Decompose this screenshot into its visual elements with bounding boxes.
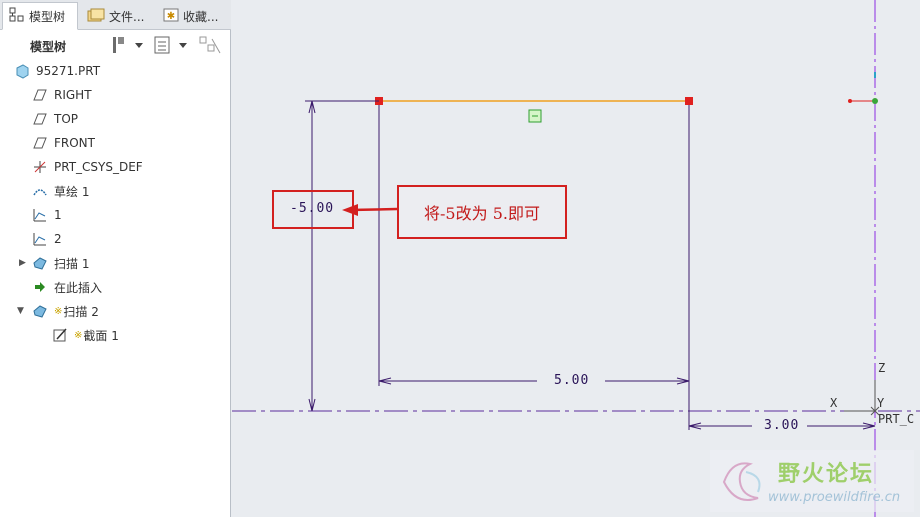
datum-curve-icon <box>32 231 48 247</box>
part-icon <box>14 63 30 79</box>
favorites-icon: ✱ <box>163 7 179 26</box>
tree-item-label: 2 <box>54 232 62 246</box>
tree-item-label: TOP <box>54 112 79 126</box>
axis-z-label: Z <box>878 361 887 375</box>
settings-tool-icon[interactable] <box>110 35 144 55</box>
axis-y-label: Y <box>877 396 886 410</box>
start-point-marker[interactable] <box>872 98 878 104</box>
horizontal-dimension-value[interactable]: 5.00 <box>554 373 589 388</box>
tree-item-label: 截面 1 <box>83 328 119 343</box>
datum-plane-icon <box>32 135 48 151</box>
axis-x-label: X <box>830 396 839 410</box>
navigator-tab-bar: 模型树 文件... ✱ 收藏... <box>0 0 231 30</box>
tree-item-label: FRONT <box>54 136 95 150</box>
watermark: 野火论坛 www.proewildfire.cn <box>710 450 914 512</box>
tab-favorites[interactable]: ✱ 收藏... <box>156 2 230 30</box>
expand-arrow-icon[interactable]: ▶ <box>19 258 29 268</box>
active-feature-marker: ※ <box>74 329 83 341</box>
callout-text: 将-5改为 5.即可 <box>424 204 540 223</box>
collapse-arrow-icon[interactable]: ▼ <box>17 306 27 316</box>
tree-item-label: 草绘 1 <box>54 184 90 199</box>
section-icon <box>52 327 68 343</box>
model-tree-icon <box>9 7 25 26</box>
endpoint-marker[interactable] <box>685 97 693 105</box>
show-options-icon[interactable] <box>152 35 190 55</box>
watermark-logo-icon <box>722 462 761 501</box>
annotation-callout: 将-5改为 5.即可 <box>397 185 567 239</box>
tree-item-top[interactable]: TOP <box>32 108 78 130</box>
tree-item-right[interactable]: RIGHT <box>32 84 92 106</box>
tab-model-tree[interactable]: 模型树 <box>2 2 78 30</box>
watermark-title: 野火论坛 <box>778 462 875 487</box>
datum-curve-icon <box>32 207 48 223</box>
tree-item-curve-2[interactable]: 2 <box>32 228 62 250</box>
sweep-icon <box>32 303 48 319</box>
tree-item-label: 95271.PRT <box>36 64 101 78</box>
tree-title: 模型树 <box>30 40 67 54</box>
sweep-icon <box>32 255 48 271</box>
sketch-canvas[interactable]: -5.00 5.00 3.00 Z X Y PRT_C 将-5改为 5.即可 野… <box>232 0 920 517</box>
offset-dimension-value[interactable]: 3.00 <box>764 418 799 433</box>
tree-item-label: 1 <box>54 208 62 222</box>
tree-item-curve-1[interactable]: 1 <box>32 204 62 226</box>
model-tree-panel: 模型树 文件... ✱ 收藏... 模型树 95271.PRT RIGHT TO… <box>0 0 231 517</box>
tree-item-insert-here[interactable]: 在此插入 <box>32 276 102 298</box>
tab-label: 模型树 <box>29 9 66 24</box>
tree-toolbar: 模型树 <box>0 31 231 59</box>
csys-label: PRT_C <box>878 412 915 426</box>
tree-item-sketch-1[interactable]: 草绘 1 <box>32 180 89 202</box>
tree-item-label: PRT_CSYS_DEF <box>54 160 143 174</box>
tab-label: 文件... <box>109 9 145 24</box>
csys-icon <box>32 159 48 175</box>
tree-item-sweep-2[interactable]: ※ 扫描 2 <box>32 300 99 322</box>
tree-item-label: RIGHT <box>54 88 92 102</box>
tree-item-label: 扫描 2 <box>63 304 99 319</box>
tree-item-section-1[interactable]: ※ 截面 1 <box>52 324 119 346</box>
tree-item-label: 扫描 1 <box>54 256 90 271</box>
tree-item-label: 在此插入 <box>54 280 103 295</box>
sketch-icon <box>32 183 48 199</box>
datum-plane-icon <box>32 111 48 127</box>
filter-icon[interactable] <box>198 35 222 55</box>
tree-item-sweep-1[interactable]: 扫描 1 <box>32 252 89 274</box>
watermark-url: www.proewildfire.cn <box>768 490 901 505</box>
insert-arrow-icon <box>32 279 48 295</box>
datum-plane-icon <box>32 87 48 103</box>
tab-label: 收藏... <box>183 9 219 24</box>
tab-files[interactable]: 文件... <box>80 2 154 30</box>
tree-item-csys[interactable]: PRT_CSYS_DEF <box>32 156 143 178</box>
tree-item-root[interactable]: 95271.PRT <box>14 60 100 82</box>
active-feature-marker: ※ <box>54 305 63 317</box>
tree-item-front[interactable]: FRONT <box>32 132 95 154</box>
folder-icon <box>87 7 105 26</box>
vertical-dimension-value[interactable]: -5.00 <box>290 201 334 216</box>
sketch-graphics <box>232 0 920 517</box>
svg-text:✱: ✱ <box>167 11 175 22</box>
